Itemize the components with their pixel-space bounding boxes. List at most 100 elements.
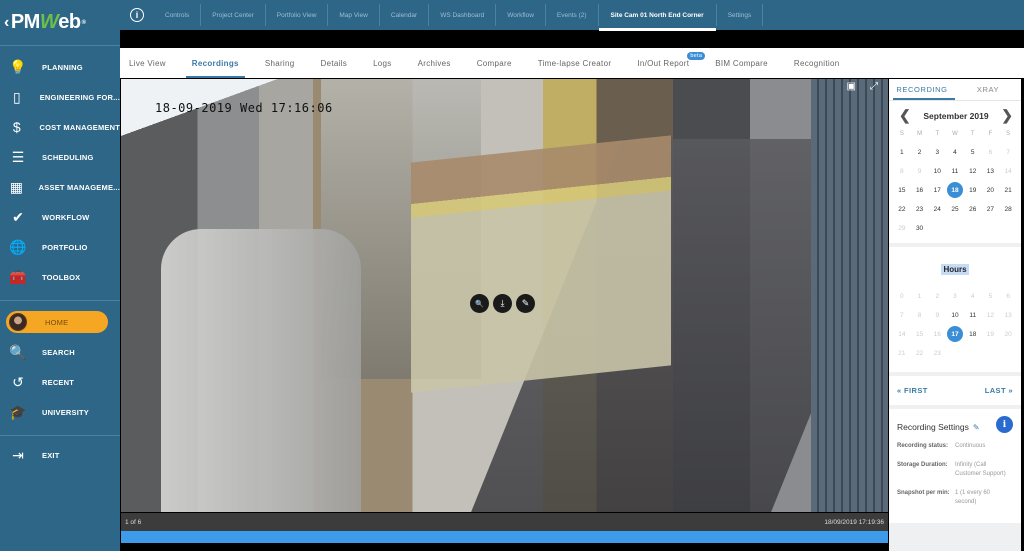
subtab-live-view[interactable]: Live View [129,48,166,78]
hour-cell: 14 [893,325,911,343]
zoom-button[interactable]: 🔍 [470,294,489,313]
playback-progress-bar[interactable] [121,531,888,543]
hour-cell: 5 [982,287,1000,305]
hour-cell[interactable]: 10 [946,306,964,324]
sidebar-item-home[interactable]: HOME [6,311,108,333]
calendar-day[interactable]: 26 [964,200,982,218]
sidebar-item-cost-management[interactable]: $ COST MANAGEMENT [0,112,120,142]
calendar-day[interactable]: 23 [911,200,929,218]
top-tab[interactable]: Events (2) [546,4,599,26]
globe-icon: 🌐 [9,238,27,255]
last-button[interactable]: LAST » [985,386,1013,395]
sidebar-nav: 💡 PLANNING ▯ ENGINEERING FOR... $ COST MANAGE… [0,46,120,292]
image-datetime: 18/09/2019 17:19:36 [824,518,884,526]
subtab-sharing[interactable]: Sharing [265,48,295,78]
hour-number: 6 [1006,292,1010,300]
calendar-day[interactable]: 1 [893,143,911,161]
top-tab[interactable]: Settings [717,4,764,26]
subtab-in-out-report[interactable]: In/Out Report beta [637,48,706,78]
sidebar-item-asset-manageme[interactable]: ▦ ASSET MANAGEME... [0,172,120,202]
prev-month-icon[interactable]: ❮ [899,107,911,124]
calendar-day-number: 11 [951,167,959,175]
calendar-day[interactable]: 30 [911,219,929,237]
setting-row: Recording status: Continuous [897,442,1013,452]
subtab-recordings[interactable]: Recordings [185,48,245,78]
snapshot-icon[interactable]: ▣ [847,81,856,92]
panel-tab-xray[interactable]: XRAY [955,79,1021,100]
scene-tower [161,229,361,512]
hour-selected[interactable]: 17 [946,325,964,343]
subtab-label: Logs [373,58,392,68]
top-tab[interactable]: Site Cam 01 North End Corner [598,4,717,31]
panel-tab-recording[interactable]: RECORDING [889,79,955,100]
calendar-day[interactable]: 4 [946,143,964,161]
fullscreen-icon[interactable]: ⤢ [870,81,878,92]
hour-number: 2 [935,292,940,300]
calendar-day-number: 15 [898,186,906,194]
subtab-archives[interactable]: Archives [418,48,451,78]
calendar-day: 6 [982,143,1000,161]
calendar-day[interactable]: 24 [928,200,946,218]
weekday-label: F [988,131,993,137]
hour-cell[interactable]: 18 [964,325,982,343]
calendar-day[interactable]: 17 [928,181,946,199]
calendar-day[interactable]: 11 [946,162,964,180]
top-tab[interactable]: WS Dashboard [429,4,497,26]
hour-cell[interactable]: 11 [964,306,982,324]
hour-number: 18 [969,330,977,338]
top-tab[interactable]: Portfolio View [266,4,329,26]
back-chevron-icon[interactable]: ‹ [4,14,9,32]
calendar-day-number: 30 [915,224,924,232]
pmweb-logo[interactable]: ‹ PM Web ® [0,0,120,46]
download-button[interactable]: ⤓ [493,294,512,313]
calendar-day[interactable]: 15 [893,181,911,199]
sidebar-item-toolbox[interactable]: 🧰 TOOLBOX [0,262,120,292]
subtab-time-lapse-creator[interactable]: Time-lapse Creator [538,48,612,78]
calendar-day-selected[interactable]: 18 [946,181,964,199]
sidebar-item-workflow[interactable]: ✔ WORKFLOW [0,202,120,232]
calendar-day[interactable]: 25 [946,200,964,218]
edit-settings-icon[interactable]: ✎ [973,423,980,432]
sidebar-item-engineering-for[interactable]: ▯ ENGINEERING FOR... [0,82,120,112]
info-icon[interactable]: i [130,8,144,22]
top-tab[interactable]: Project Center [201,4,266,26]
hour-cell: 22 [911,344,929,362]
camera-recording-view[interactable]: 18-09-2019 Wed 17:16:06 ▣ ⤢ 🔍 ⤓ ✎ [121,79,888,512]
subtab-bim-compare[interactable]: BIM Compare [715,48,768,78]
calendar-day[interactable]: 5 [964,143,982,161]
first-button[interactable]: « FIRST [897,386,928,395]
calendar-day[interactable]: 10 [928,162,946,180]
sidebar-item-exit[interactable]: ⇥ EXIT [0,440,120,470]
calendar-day[interactable]: 13 [982,162,1000,180]
camera-tools: ▣ ⤢ [843,79,882,94]
sidebar-item-recent[interactable]: ↺ RECENT [0,367,120,397]
top-tab[interactable]: Workflow [496,4,546,26]
edit-button[interactable]: ✎ [516,294,535,313]
sidebar-item-label: UNIVERSITY [42,407,90,417]
top-tab[interactable]: Controls [154,4,202,26]
sidebar-item-university[interactable]: 🎓 UNIVERSITY [0,397,120,427]
calendar-day[interactable]: 20 [982,181,1000,199]
sidebar-item-search[interactable]: 🔍 SEARCH [0,337,120,367]
calendar-day[interactable]: 27 [982,200,1000,218]
sidebar-item-scheduling[interactable]: ☰ SCHEDULING [0,142,120,172]
calendar-day[interactable]: 3 [928,143,946,161]
hour-number: 23 [933,349,941,357]
sidebar-item-planning[interactable]: 💡 PLANNING [0,52,120,82]
subtab-compare[interactable]: Compare [477,48,512,78]
subtab-logs[interactable]: Logs [373,48,392,78]
info-button[interactable]: i [996,416,1013,433]
top-tab[interactable]: Map View [328,4,380,26]
calendar-day[interactable]: 2 [911,143,929,161]
sidebar-item-portfolio[interactable]: 🌐 PORTFOLIO [0,232,120,262]
calendar-day[interactable]: 22 [893,200,911,218]
calendar-day[interactable]: 12 [964,162,982,180]
calendar-day[interactable]: 21 [999,181,1017,199]
calendar-day[interactable]: 16 [911,181,929,199]
subtab-details[interactable]: Details [321,48,348,78]
subtab-recognition[interactable]: Recognition [794,48,840,78]
top-tab[interactable]: Calendar [380,4,430,26]
next-month-icon[interactable]: ❯ [1001,107,1013,124]
calendar-day[interactable]: 19 [964,181,982,199]
calendar-day[interactable]: 28 [999,200,1017,218]
